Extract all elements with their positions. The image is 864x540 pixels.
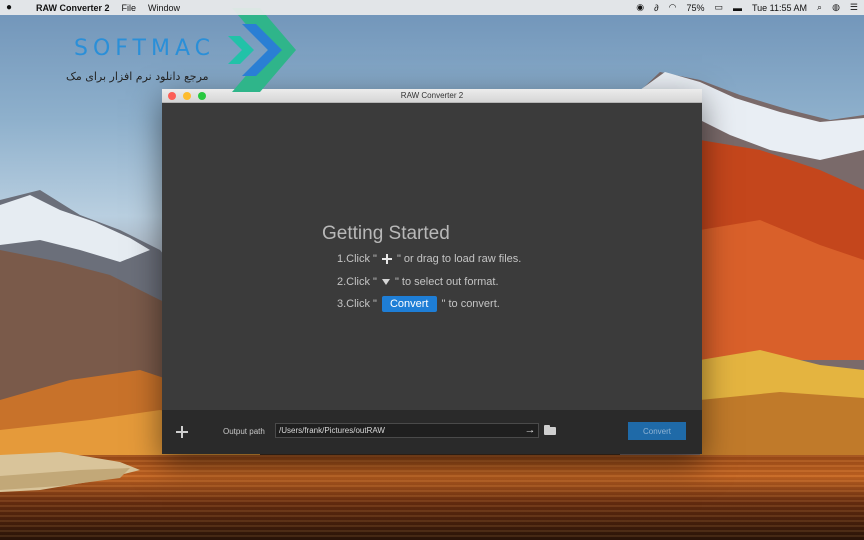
output-path-input[interactable] bbox=[276, 424, 522, 437]
output-path-box: → bbox=[275, 423, 539, 438]
menu-bar-status: ◉ ∂ ◠ 75% ▭ ▬ Tue 11:55 AM ⌕ ◍ ☰ bbox=[636, 2, 858, 13]
menu-bar: ● RAW Converter 2 File Window ◉ ∂ ◠ 75% … bbox=[0, 0, 864, 15]
wifi-icon[interactable]: ◠ bbox=[669, 2, 677, 13]
dropdown-triangle-icon bbox=[381, 279, 390, 285]
reveal-arrow-icon[interactable]: → bbox=[522, 424, 538, 437]
search-icon[interactable]: ⌕ bbox=[817, 2, 822, 13]
convert-chip: Convert bbox=[381, 296, 437, 312]
battery-percent[interactable]: 75% bbox=[686, 3, 704, 13]
step-2-suffix: " to select out format. bbox=[394, 276, 499, 288]
battery-icon[interactable]: ▭ bbox=[714, 2, 723, 13]
drop-area[interactable]: Getting Started 1.Click " " or drag to l… bbox=[162, 104, 702, 410]
step-2-prefix: 2.Click " bbox=[337, 276, 377, 288]
bottom-toolbar: Output path → Convert bbox=[162, 410, 702, 454]
add-files-button[interactable] bbox=[176, 426, 188, 438]
script-icon[interactable]: ∂ bbox=[654, 3, 658, 13]
step-1: 1.Click " " or drag to load raw files. bbox=[337, 253, 521, 265]
step-1-suffix: " or drag to load raw files. bbox=[396, 253, 522, 265]
siri-icon[interactable]: ◍ bbox=[832, 2, 840, 13]
softmac-logo-icon bbox=[228, 8, 296, 92]
app-window: RAW Converter 2 Getting Started 1.Click … bbox=[162, 89, 702, 454]
flag-icon[interactable]: ▬ bbox=[733, 3, 742, 13]
getting-started-title: Getting Started bbox=[322, 223, 450, 244]
menu-app-name[interactable]: RAW Converter 2 bbox=[36, 3, 110, 13]
softmac-tagline: مرجع دانلود نرم افزار برای مک bbox=[66, 70, 209, 83]
apple-icon[interactable]: ● bbox=[6, 2, 20, 13]
step-1-prefix: 1.Click " bbox=[337, 253, 377, 265]
menu-file[interactable]: File bbox=[122, 3, 137, 13]
notification-center-icon[interactable]: ☰ bbox=[850, 2, 858, 13]
sync-icon[interactable]: ◉ bbox=[636, 2, 644, 13]
menu-window[interactable]: Window bbox=[148, 3, 180, 13]
plus-icon bbox=[381, 254, 392, 264]
step-3: 3.Click " Convert " to convert. bbox=[337, 296, 500, 312]
convert-button[interactable]: Convert bbox=[628, 422, 686, 440]
softmac-watermark: SOFTMAC bbox=[74, 36, 215, 61]
step-3-prefix: 3.Click " bbox=[337, 298, 377, 310]
choose-folder-button[interactable] bbox=[543, 424, 557, 436]
clock[interactable]: Tue 11:55 AM bbox=[752, 3, 807, 13]
step-2: 2.Click " " to select out format. bbox=[337, 276, 499, 288]
step-3-suffix: " to convert. bbox=[441, 298, 500, 310]
output-path-label: Output path bbox=[223, 427, 265, 436]
